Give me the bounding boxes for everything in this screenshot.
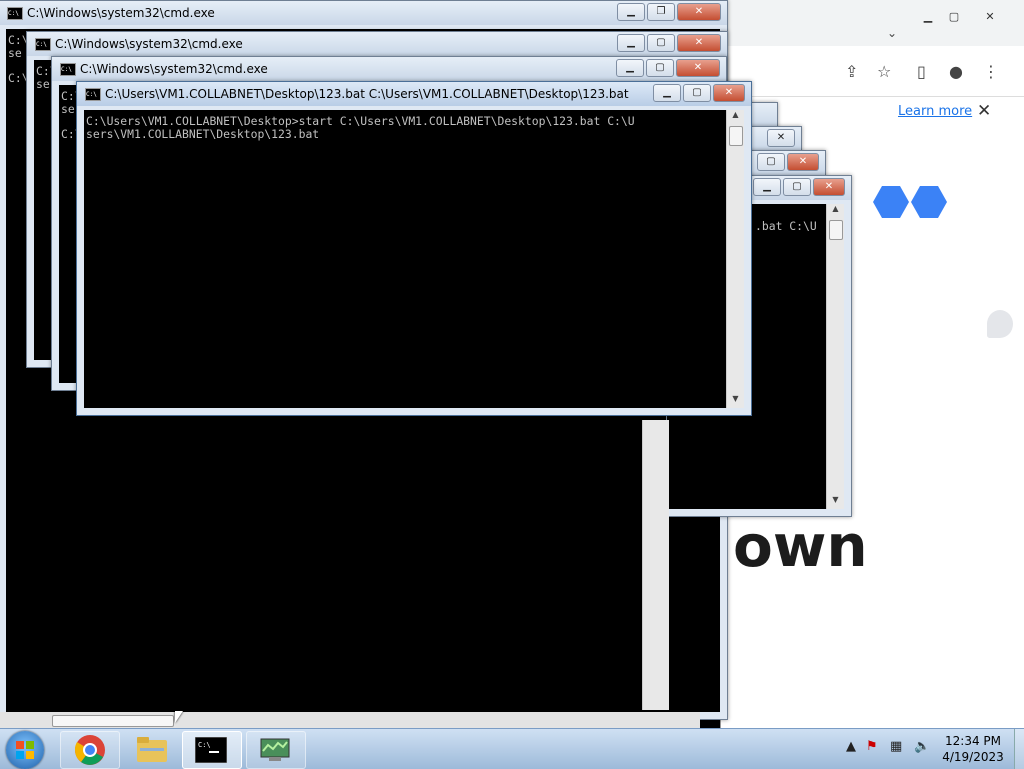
scroll-down-arrow-icon[interactable]: ▼ <box>827 495 844 509</box>
cmd-app-icon: C:\ <box>85 88 101 101</box>
horizontal-scroll-thumb[interactable] <box>52 715 174 727</box>
bookmark-star-icon[interactable]: ☆ <box>877 62 891 81</box>
minimize-button[interactable]: ▁ <box>616 59 644 77</box>
start-button[interactable] <box>6 731 44 769</box>
chat-bubble-icon[interactable] <box>987 310 1013 338</box>
chrome-icon <box>74 735 105 765</box>
windows-flag-icon <box>16 741 34 759</box>
taskbar-cmd-button[interactable]: C:\ <box>182 731 242 769</box>
close-button[interactable]: ✕ <box>677 3 721 21</box>
profile-icon[interactable]: ● <box>949 62 963 81</box>
action-center-icon[interactable]: ⚑ <box>866 739 878 754</box>
scroll-down-arrow-icon[interactable]: ▼ <box>727 394 744 408</box>
browser-minimize-button[interactable]: ▁ <box>917 10 939 26</box>
cmd-window-3-title: C:\Windows\system32\cmd.exe <box>80 62 268 76</box>
cmd-window-1-title: C:\Windows\system32\cmd.exe <box>27 6 215 20</box>
close-button[interactable]: ✕ <box>677 34 721 52</box>
cmd-app-icon: C:\ <box>60 63 76 76</box>
show-hidden-icons-arrow[interactable]: ▲ <box>846 739 856 754</box>
restore-button[interactable]: ❐ <box>647 3 675 21</box>
page-heading-fragment: own <box>733 512 868 580</box>
mouse-cursor-icon <box>175 711 183 723</box>
cmd-icon: C:\ <box>195 737 227 763</box>
cmd-window-2-title: C:\Windows\system32\cmd.exe <box>55 37 243 51</box>
cmd-window-2-titlebar[interactable]: C:\ C:\Windows\system32\cmd.exe ▁ ▢ ✕ <box>27 32 727 56</box>
maximize-button[interactable]: ▢ <box>783 178 811 196</box>
cmd-window-active-title: C:\Users\VM1.COLLABNET\Desktop\123.bat C… <box>105 87 629 101</box>
scroll-thumb[interactable] <box>829 220 843 240</box>
browser-toolbar: ⇪ ☆ ▯ ● ⋮ <box>721 46 1024 97</box>
taskbar-explorer-button[interactable] <box>122 731 182 769</box>
browser-maximize-button[interactable]: ▢ <box>943 10 965 26</box>
taskbar: C:\ ▲ ⚑ ▦ 🔈 12:34 PM 4/19/2023 <box>0 728 1024 769</box>
close-button[interactable]: ✕ <box>676 59 720 77</box>
learn-more-link[interactable]: Learn more <box>898 104 972 119</box>
close-button[interactable]: ✕ <box>767 129 795 147</box>
clock-time: 12:34 PM <box>945 734 1001 748</box>
side-panel-icon[interactable]: ▯ <box>917 62 926 81</box>
browser-close-button[interactable]: ✕ <box>979 10 1001 26</box>
infobar-close-icon[interactable]: ✕ <box>977 101 991 121</box>
minimize-button[interactable]: ▁ <box>753 178 781 196</box>
minimize-button[interactable]: ▁ <box>617 3 645 21</box>
cmd-window-active[interactable]: C:\ C:\Users\VM1.COLLABNET\Desktop\123.b… <box>76 81 752 416</box>
brand-logo-icon <box>873 186 947 218</box>
taskbar-network-app-button[interactable] <box>246 731 306 769</box>
close-button[interactable]: ✕ <box>787 153 819 171</box>
svg-text:C:\: C:\ <box>198 741 211 749</box>
console-text: C:\Users\VM1.COLLABNET\Desktop>start C:\… <box>86 114 635 141</box>
tab-search-chevron-icon[interactable]: ⌄ <box>887 26 897 40</box>
cmd-window-1-titlebar[interactable]: C:\ C:\Windows\system32\cmd.exe ▁ ❐ ✕ <box>0 1 727 25</box>
clock-date: 4/19/2023 <box>942 750 1004 764</box>
background-vertical-scrollbar[interactable] <box>642 420 669 710</box>
cmd-app-icon: C:\ <box>35 38 51 51</box>
maximize-button[interactable]: ▢ <box>646 59 674 77</box>
vertical-scrollbar[interactable]: ▲ ▼ <box>826 204 844 509</box>
horizontal-scrollbar[interactable] <box>0 712 700 728</box>
volume-icon[interactable]: 🔈 <box>914 739 930 754</box>
scroll-up-arrow-icon[interactable]: ▲ <box>727 110 744 124</box>
close-button[interactable]: ✕ <box>813 178 845 196</box>
browser-menu-icon[interactable]: ⋮ <box>983 62 999 81</box>
vertical-scrollbar[interactable]: ▲ ▼ <box>726 110 744 408</box>
browser-titlebar: ▁ ▢ ✕ ⌄ <box>721 0 1024 46</box>
taskbar-chrome-button[interactable] <box>60 731 120 769</box>
network-icon[interactable]: ▦ <box>890 739 902 754</box>
scroll-up-arrow-icon[interactable]: ▲ <box>827 204 844 218</box>
folder-icon <box>137 737 167 762</box>
taskbar-clock[interactable]: 12:34 PM 4/19/2023 <box>938 733 1008 765</box>
share-icon[interactable]: ⇪ <box>845 62 858 81</box>
close-button[interactable]: ✕ <box>713 84 745 102</box>
minimize-button[interactable]: ▁ <box>653 84 681 102</box>
monitor-app-icon <box>260 738 290 761</box>
cmd-app-icon: C:\ <box>7 7 23 20</box>
cmd-window-active-titlebar[interactable]: C:\ C:\Users\VM1.COLLABNET\Desktop\123.b… <box>77 82 751 106</box>
cmd-window-3-titlebar[interactable]: C:\ C:\Windows\system32\cmd.exe ▁ ▢ ✕ <box>52 57 726 81</box>
maximize-button[interactable]: ▢ <box>647 34 675 52</box>
minimize-button[interactable]: ▁ <box>617 34 645 52</box>
maximize-button[interactable]: ▢ <box>683 84 711 102</box>
maximize-button[interactable]: ▢ <box>757 153 785 171</box>
show-desktop-button[interactable] <box>1014 729 1024 769</box>
cmd-window-active-console[interactable]: C:\Users\VM1.COLLABNET\Desktop>start C:\… <box>84 110 727 408</box>
scroll-thumb[interactable] <box>729 126 743 146</box>
